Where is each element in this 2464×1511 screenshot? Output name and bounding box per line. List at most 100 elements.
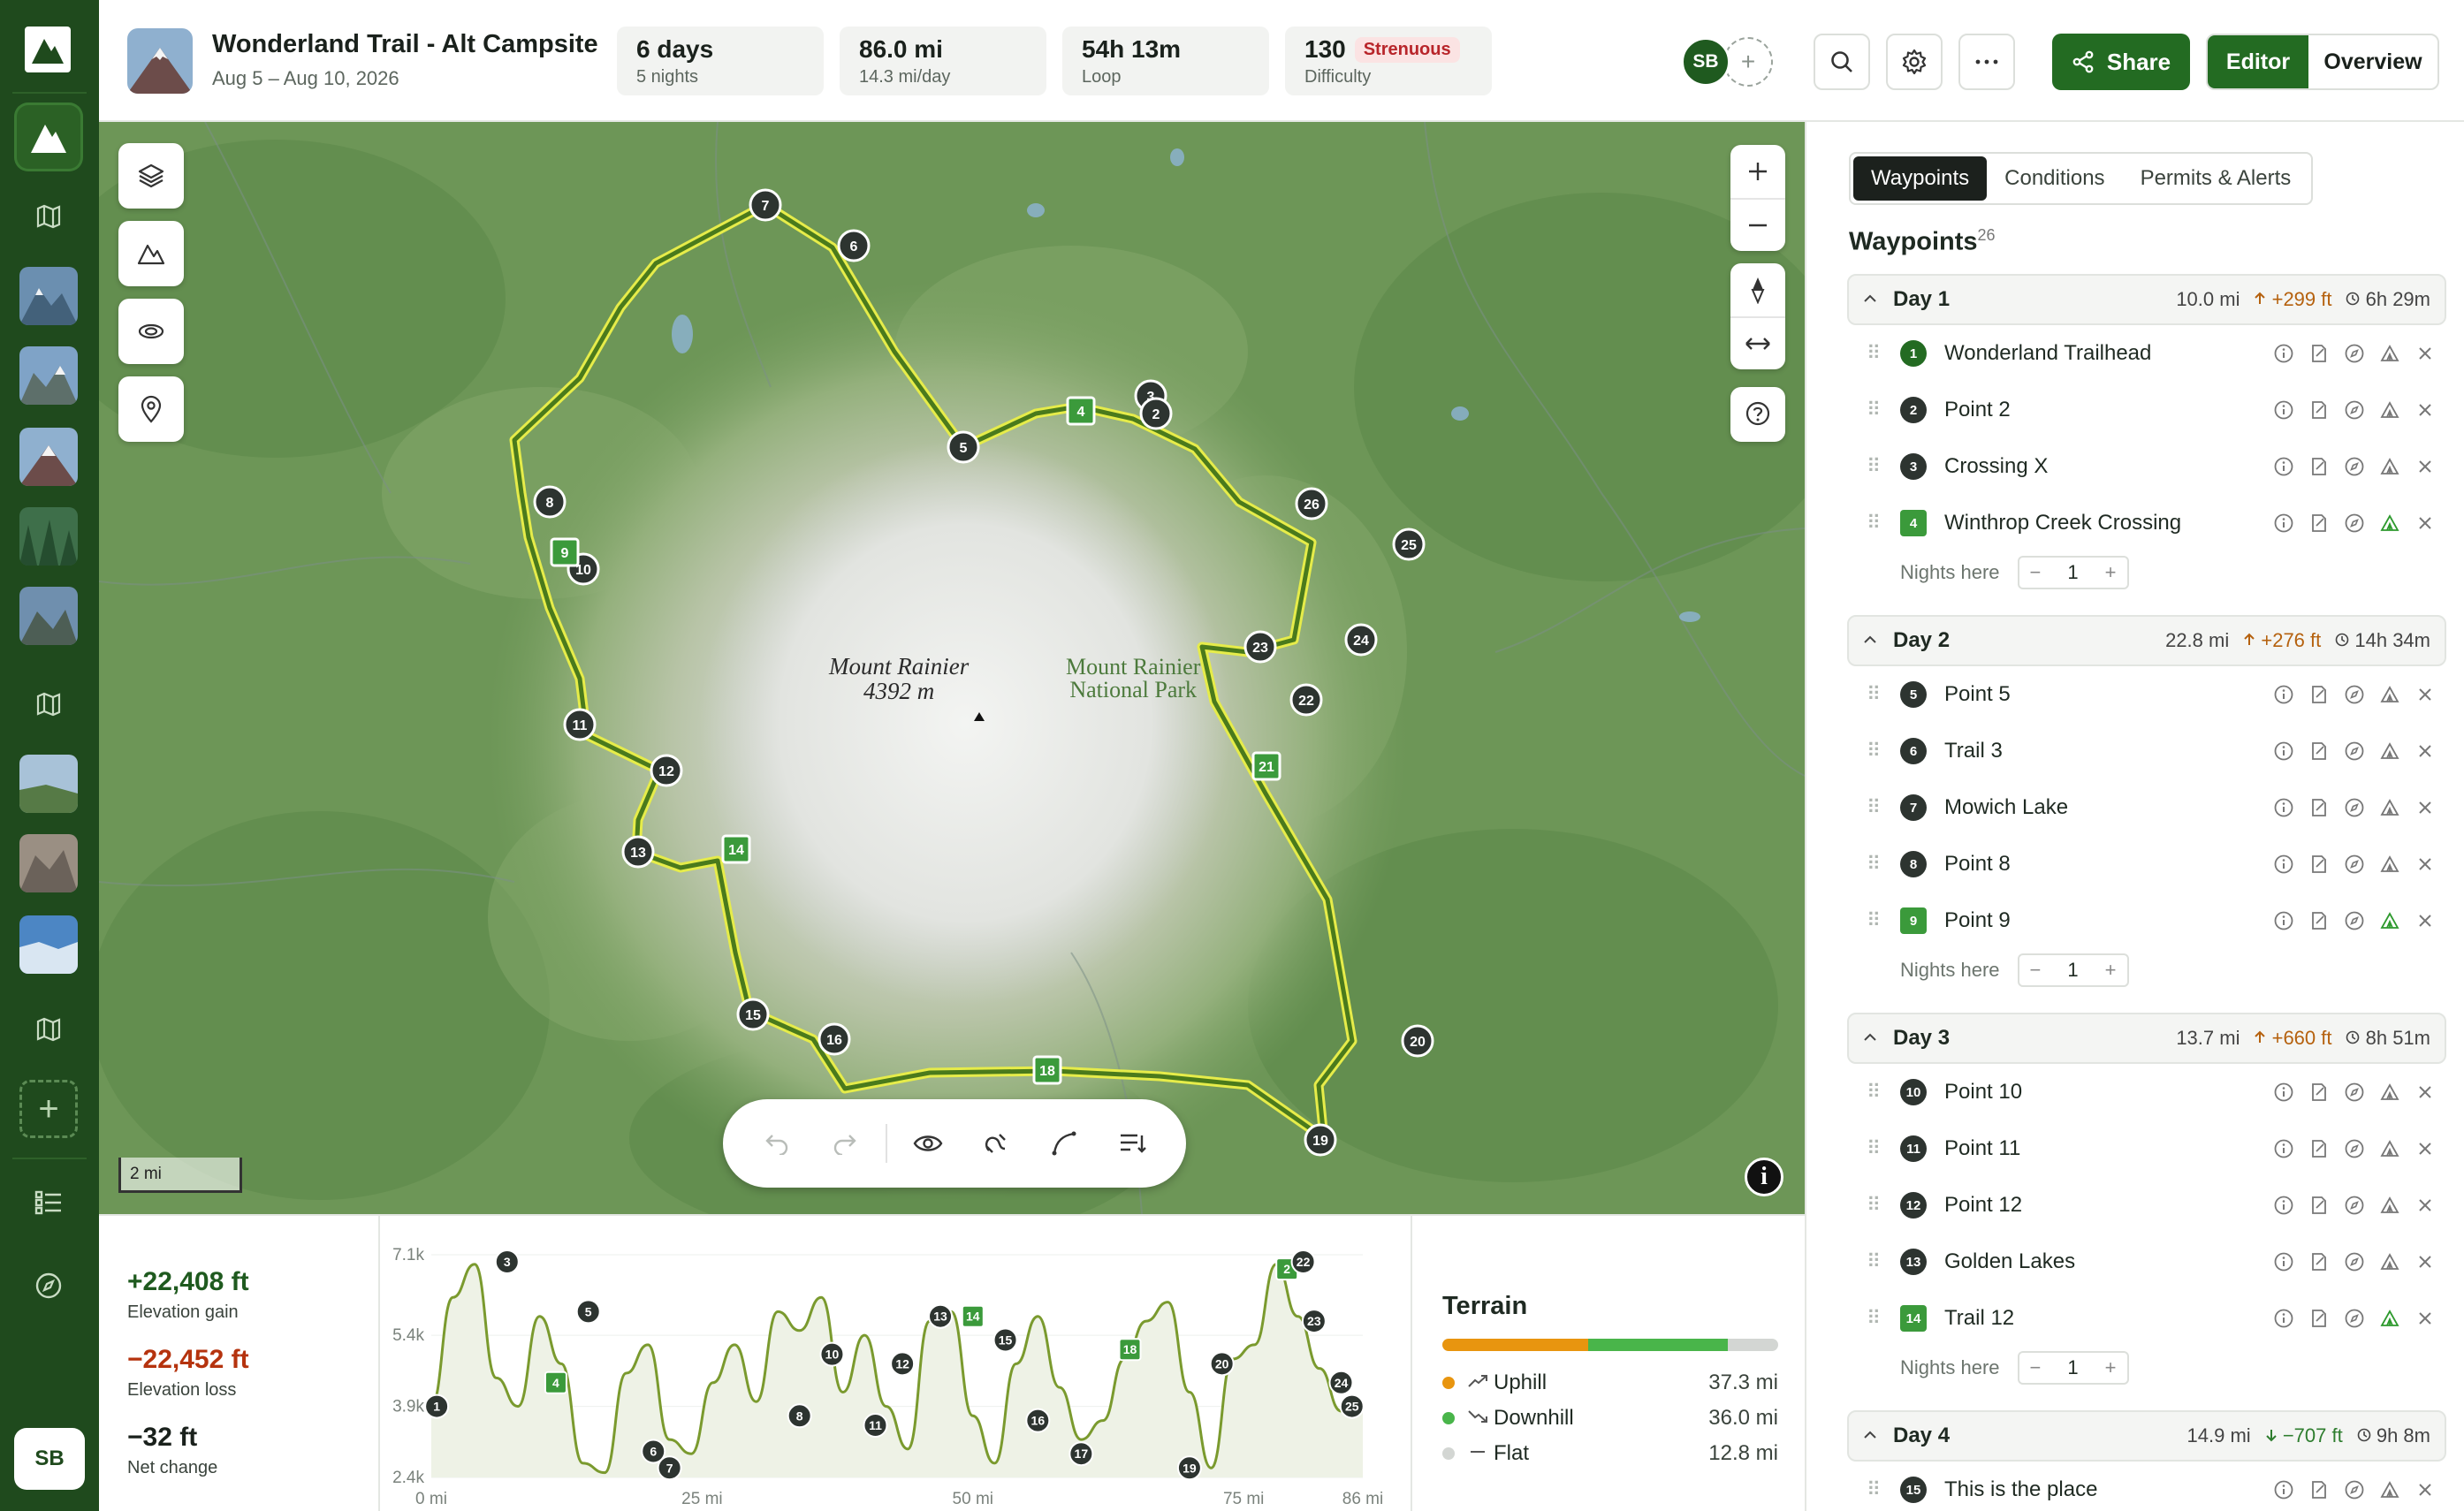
- rail-trip-thumbnail[interactable]: [19, 267, 78, 325]
- map-info-button[interactable]: i: [1745, 1158, 1783, 1196]
- rail-trip-thumbnail[interactable]: [19, 346, 78, 405]
- remove-waypoint-button[interactable]: [2413, 398, 2437, 422]
- camp-toggle-button[interactable]: [2377, 454, 2402, 479]
- remove-waypoint-button[interactable]: [2413, 739, 2437, 763]
- edit-notes-button[interactable]: [2307, 511, 2331, 535]
- drag-handle-icon[interactable]: ⠿: [1867, 1307, 1888, 1330]
- redo-button[interactable]: [810, 1112, 878, 1174]
- edit-notes-button[interactable]: [2307, 1080, 2331, 1105]
- drag-handle-icon[interactable]: ⠿: [1867, 683, 1888, 706]
- map-marker[interactable]: 25: [1392, 528, 1426, 561]
- waypoint-name[interactable]: Trail 3: [1944, 739, 2271, 763]
- navigate-button[interactable]: [2342, 341, 2367, 366]
- compass-north-button[interactable]: [1730, 263, 1785, 316]
- rail-trip-thumbnail[interactable]: [19, 587, 78, 645]
- rail-list-button[interactable]: [14, 1168, 83, 1237]
- navigate-button[interactable]: [2342, 1193, 2367, 1218]
- drag-handle-icon[interactable]: ⠿: [1867, 853, 1888, 876]
- navigate-button[interactable]: [2342, 1306, 2367, 1331]
- drag-handle-icon[interactable]: ⠿: [1867, 1081, 1888, 1104]
- trail-map[interactable]: 7 6 5 4 3 2 26 25 24 23 22 21 20 19 18 1…: [99, 122, 1805, 1214]
- edit-notes-button[interactable]: [2307, 454, 2331, 479]
- camp-toggle-button[interactable]: [2377, 908, 2402, 933]
- waypoint-row[interactable]: ⠿ 2 Point 2: [1847, 382, 2446, 438]
- waypoint-name[interactable]: Point 5: [1944, 682, 2271, 707]
- waypoint-row[interactable]: ⠿ 13 Golden Lakes: [1847, 1234, 2446, 1290]
- drag-handle-icon[interactable]: ⠿: [1867, 1137, 1888, 1160]
- map-marker[interactable]: 22: [1289, 683, 1323, 717]
- chevron-up-icon[interactable]: [1863, 633, 1877, 649]
- info-button[interactable]: [2271, 1477, 2296, 1502]
- waypoint-name[interactable]: Point 8: [1944, 852, 2271, 877]
- info-button[interactable]: [2271, 341, 2296, 366]
- navigate-button[interactable]: [2342, 511, 2367, 535]
- waypoint-row[interactable]: ⠿ 8 Point 8: [1847, 836, 2446, 892]
- nights-decrement-button[interactable]: −: [2030, 959, 2042, 982]
- drag-handle-icon[interactable]: ⠿: [1867, 909, 1888, 932]
- tab-waypoints[interactable]: Waypoints: [1853, 156, 1988, 201]
- day-header[interactable]: Day 4 14.9 mi −707 ft 9h 8m: [1847, 1410, 2446, 1462]
- remove-waypoint-button[interactable]: [2413, 1306, 2437, 1331]
- visibility-toggle-button[interactable]: [894, 1112, 962, 1174]
- drag-handle-icon[interactable]: ⠿: [1867, 399, 1888, 421]
- nights-increment-button[interactable]: +: [2105, 1356, 2117, 1379]
- draw-route-button[interactable]: [1030, 1112, 1099, 1174]
- chevron-up-icon[interactable]: [1863, 1030, 1877, 1046]
- remove-waypoint-button[interactable]: [2413, 1477, 2437, 1502]
- rail-map-button[interactable]: [14, 182, 83, 251]
- rail-trips-button[interactable]: [14, 103, 83, 171]
- zoom-out-button[interactable]: [1730, 198, 1785, 251]
- drag-handle-icon[interactable]: ⠿: [1867, 455, 1888, 478]
- info-button[interactable]: [2271, 398, 2296, 422]
- drag-handle-icon[interactable]: ⠿: [1867, 342, 1888, 365]
- info-button[interactable]: [2271, 454, 2296, 479]
- edit-notes-button[interactable]: [2307, 739, 2331, 763]
- waypoint-row[interactable]: ⠿ 12 Point 12: [1847, 1177, 2446, 1234]
- waypoint-name[interactable]: Mowich Lake: [1944, 795, 2271, 820]
- camp-toggle-button[interactable]: [2377, 511, 2402, 535]
- waypoint-name[interactable]: Wonderland Trailhead: [1944, 341, 2271, 366]
- map-marker[interactable]: 2: [1139, 397, 1173, 430]
- more-options-button[interactable]: [1958, 34, 2015, 90]
- info-button[interactable]: [2271, 1193, 2296, 1218]
- waypoint-name[interactable]: This is the place: [1944, 1477, 2271, 1502]
- day-header[interactable]: Day 2 22.8 mi +276 ft 14h 34m: [1847, 615, 2446, 666]
- nights-stepper[interactable]: − 1 +: [2017, 556, 2129, 589]
- waypoint-name[interactable]: Golden Lakes: [1944, 1249, 2271, 1274]
- chevron-up-icon[interactable]: [1863, 292, 1877, 308]
- navigate-button[interactable]: [2342, 1249, 2367, 1274]
- map-marker[interactable]: 6: [837, 229, 871, 262]
- remove-waypoint-button[interactable]: [2413, 1193, 2437, 1218]
- rail-trip-thumbnail[interactable]: [19, 428, 78, 486]
- camp-toggle-button[interactable]: [2377, 852, 2402, 877]
- info-button[interactable]: [2271, 739, 2296, 763]
- rail-explore-button[interactable]: [14, 1251, 83, 1320]
- drag-handle-icon[interactable]: ⠿: [1867, 796, 1888, 819]
- info-button[interactable]: [2271, 682, 2296, 707]
- edit-notes-button[interactable]: [2307, 908, 2331, 933]
- waypoint-row[interactable]: ⠿ 11 Point 11: [1847, 1120, 2446, 1177]
- nights-increment-button[interactable]: +: [2105, 561, 2117, 584]
- waypoint-row[interactable]: ⠿ 6 Trail 3: [1847, 723, 2446, 779]
- drag-handle-icon[interactable]: ⠿: [1867, 1478, 1888, 1501]
- camp-toggle-button[interactable]: [2377, 739, 2402, 763]
- camp-toggle-button[interactable]: [2377, 1080, 2402, 1105]
- chevron-up-icon[interactable]: [1863, 1428, 1877, 1444]
- navigate-button[interactable]: [2342, 852, 2367, 877]
- info-button[interactable]: [2271, 1136, 2296, 1161]
- info-button[interactable]: [2271, 1249, 2296, 1274]
- remove-waypoint-button[interactable]: [2413, 852, 2437, 877]
- tab-permits-alerts[interactable]: Permits & Alerts: [2123, 156, 2309, 201]
- map-marker[interactable]: 12: [650, 754, 683, 787]
- rail-trip-thumbnail[interactable]: [19, 915, 78, 974]
- camp-toggle-button[interactable]: [2377, 795, 2402, 820]
- map-marker[interactable]: 11: [563, 708, 597, 741]
- remove-waypoint-button[interactable]: [2413, 341, 2437, 366]
- day-header[interactable]: Day 1 10.0 mi +299 ft 6h 29m: [1847, 274, 2446, 325]
- map-marker[interactable]: 8: [533, 485, 567, 519]
- map-marker[interactable]: 13: [621, 835, 655, 869]
- waypoint-name[interactable]: Point 9: [1944, 908, 2271, 933]
- search-button[interactable]: [1814, 34, 1870, 90]
- remove-waypoint-button[interactable]: [2413, 795, 2437, 820]
- camp-toggle-button[interactable]: [2377, 1136, 2402, 1161]
